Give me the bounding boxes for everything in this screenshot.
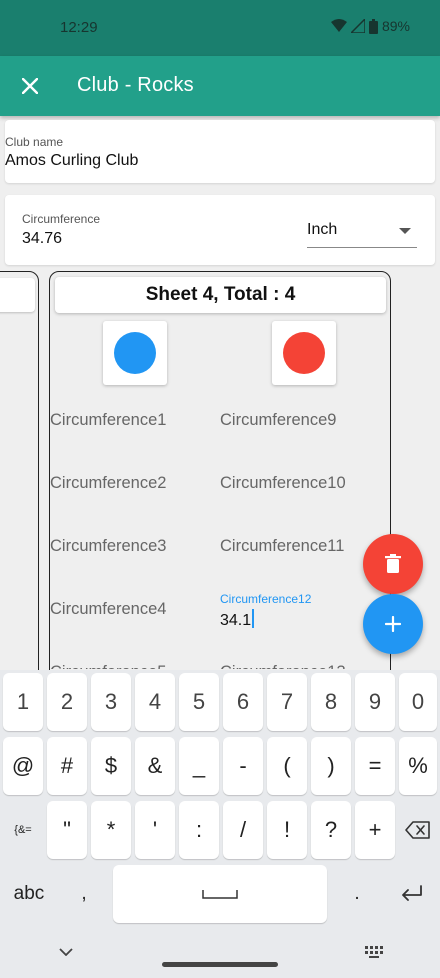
circumference-input[interactable]: Circumference11 — [220, 537, 344, 556]
signal-icon — [350, 19, 365, 33]
key-3[interactable]: 3 — [91, 673, 131, 731]
active-circumference-value: 34.1 — [220, 612, 252, 629]
text-cursor — [252, 609, 255, 628]
rock-red[interactable] — [272, 321, 336, 385]
gesture-nav-handle[interactable] — [162, 962, 278, 967]
key-comma[interactable]: , — [62, 865, 106, 923]
key-dollar[interactable]: $ — [91, 737, 131, 795]
delete-button[interactable] — [363, 534, 423, 594]
space-icon — [202, 890, 238, 899]
unit-dropdown[interactable]: Inch — [307, 212, 417, 248]
key-colon[interactable]: : — [179, 801, 219, 859]
rock-blue-dot — [114, 332, 156, 374]
circumference-input[interactable]: Circumference3 — [50, 537, 166, 556]
circumference-label: Circumference — [22, 212, 101, 226]
circumference-input[interactable]: Circumference9 — [220, 411, 336, 430]
key-at[interactable]: @ — [3, 737, 43, 795]
club-name-value: Amos Curling Club — [5, 152, 139, 169]
key-6[interactable]: 6 — [223, 673, 263, 731]
key-2[interactable]: 2 — [47, 673, 87, 731]
key-hash[interactable]: # — [47, 737, 87, 795]
trash-icon — [385, 554, 401, 573]
key-4[interactable]: 4 — [135, 673, 175, 731]
key-single-quote[interactable]: ' — [135, 801, 175, 859]
club-name-field[interactable]: Club name Amos Curling Club — [5, 120, 435, 183]
sheet-card: Sheet 4, Total : 4 Circumference1 Circum… — [49, 271, 391, 701]
key-exclamation[interactable]: ! — [267, 801, 307, 859]
plus-icon — [385, 616, 401, 632]
key-1[interactable]: 1 — [3, 673, 43, 731]
enter-key[interactable] — [388, 865, 436, 923]
key-double-quote[interactable]: " — [47, 801, 87, 859]
key-period[interactable]: . — [335, 865, 379, 923]
app-bar: Club - Rocks — [0, 56, 440, 116]
soft-keyboard: 1 2 3 4 5 6 7 8 9 0 @ # $ & _ - ( ) = % … — [0, 670, 440, 978]
close-button[interactable] — [10, 66, 50, 106]
key-minus[interactable]: - — [223, 737, 263, 795]
circumference-input[interactable]: Circumference4 — [50, 600, 166, 619]
key-5[interactable]: 5 — [179, 673, 219, 731]
spacebar[interactable] — [113, 865, 327, 923]
key-symbols-toggle[interactable]: {&= — [3, 801, 43, 859]
battery-icon — [368, 18, 378, 34]
hide-keyboard-button[interactable] — [50, 938, 82, 966]
chevron-down-icon — [399, 228, 411, 234]
unit-selected: Inch — [307, 221, 338, 238]
key-9[interactable]: 9 — [355, 673, 395, 731]
key-underscore[interactable]: _ — [179, 737, 219, 795]
sheet-header-previous — [0, 278, 35, 312]
club-name-label: Club name — [5, 135, 64, 149]
battery-percent: 89% — [381, 18, 410, 34]
circumference-input[interactable]: Circumference10 — [220, 474, 346, 493]
key-0[interactable]: 0 — [399, 673, 437, 731]
rock-blue[interactable] — [103, 321, 167, 385]
page-title: Club - Rocks — [77, 74, 194, 96]
key-plus[interactable]: + — [355, 801, 395, 859]
key-7[interactable]: 7 — [267, 673, 307, 731]
key-8[interactable]: 8 — [311, 673, 351, 731]
key-open-paren[interactable]: ( — [267, 737, 307, 795]
keyboard-switch-button[interactable] — [358, 938, 390, 966]
enter-icon — [402, 885, 422, 901]
key-equals[interactable]: = — [355, 737, 395, 795]
key-question[interactable]: ? — [311, 801, 351, 859]
status-bar: 12:29 89% — [0, 0, 440, 56]
close-icon — [22, 78, 38, 94]
backspace-icon — [405, 821, 430, 839]
key-ampersand[interactable]: & — [135, 737, 175, 795]
active-circumference-label: Circumference12 — [220, 592, 312, 606]
circumference-value[interactable]: 34.76 — [22, 230, 62, 248]
status-time: 12:29 — [60, 19, 98, 36]
key-abc[interactable]: abc — [3, 865, 55, 923]
key-close-paren[interactable]: ) — [311, 737, 351, 795]
wifi-icon — [330, 19, 347, 32]
rock-red-dot — [283, 332, 325, 374]
keyboard-icon — [365, 946, 383, 958]
sheet-card-previous[interactable] — [0, 271, 39, 701]
key-asterisk[interactable]: * — [91, 801, 131, 859]
sheet-title: Sheet 4, Total : 4 — [55, 277, 386, 313]
add-button[interactable] — [363, 594, 423, 654]
circumference-input[interactable]: Circumference2 — [50, 474, 166, 493]
key-percent[interactable]: % — [399, 737, 437, 795]
key-slash[interactable]: / — [223, 801, 263, 859]
active-circumference-input[interactable]: 34.1 — [220, 609, 255, 630]
circumference-input[interactable]: Circumference1 — [50, 411, 166, 430]
status-icons: 89% — [330, 18, 410, 34]
backspace-key[interactable] — [399, 801, 437, 859]
chevron-down-icon — [59, 948, 73, 956]
